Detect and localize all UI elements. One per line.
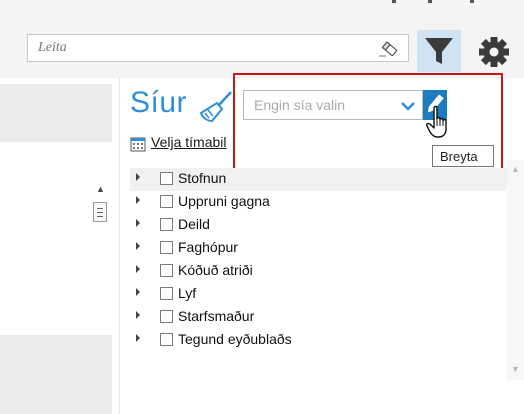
toolbar-dot <box>470 0 474 3</box>
panel-divider <box>119 78 120 414</box>
tree-item[interactable]: Tegund eyðublaðs <box>130 329 512 352</box>
expand-arrow-icon[interactable] <box>136 288 140 296</box>
checkbox[interactable] <box>160 333 173 346</box>
settings-button[interactable] <box>474 32 514 72</box>
tree-item-label: Faghópur <box>178 239 238 255</box>
highlight-box <box>233 73 503 170</box>
filter-button[interactable] <box>417 30 461 72</box>
tree-item[interactable]: Deild <box>130 214 512 237</box>
funnel-icon <box>425 38 453 64</box>
eraser-icon[interactable] <box>378 39 400 59</box>
tree-item-label: Lyf <box>178 285 197 301</box>
tree-item[interactable]: Starfsmaður <box>130 306 512 329</box>
gear-icon <box>479 37 509 67</box>
checkbox[interactable] <box>160 264 173 277</box>
tree-item[interactable]: Uppruni gagna <box>130 191 512 214</box>
tree-item-label: Stofnun <box>178 170 227 186</box>
filters-title: Síur <box>130 86 188 119</box>
scroll-up-arrow[interactable]: ▲ <box>96 184 105 194</box>
expand-arrow-icon[interactable] <box>136 173 140 181</box>
broom-icon[interactable] <box>198 90 234 124</box>
tree-item-label: Tegund eyðublaðs <box>178 331 292 347</box>
left-panel-block <box>0 84 112 142</box>
tree-item-label: Uppruni gagna <box>178 193 270 209</box>
expand-arrow-icon[interactable] <box>136 196 140 204</box>
period-link[interactable]: Velja tímabil <box>151 134 226 150</box>
checkbox[interactable] <box>160 195 173 208</box>
checkbox[interactable] <box>160 172 173 185</box>
search-box <box>27 34 409 62</box>
top-toolbar <box>0 0 524 78</box>
checkbox[interactable] <box>160 310 173 323</box>
expand-arrow-icon[interactable] <box>136 242 140 250</box>
checkbox[interactable] <box>160 218 173 231</box>
expand-arrow-icon[interactable] <box>136 219 140 227</box>
calendar-icon <box>130 136 146 152</box>
left-scrollbar[interactable]: ▲ <box>91 180 111 400</box>
tree-scrollbar[interactable]: ▲ ▼ <box>507 160 524 380</box>
tree-item-label: Kóðuð atriði <box>178 262 253 278</box>
tree-item-label: Deild <box>178 216 210 232</box>
checkbox[interactable] <box>160 241 173 254</box>
scroll-up-arrow[interactable]: ▲ <box>511 164 520 174</box>
tree-item[interactable]: Lyf <box>130 283 512 306</box>
filter-tree: Stofnun Uppruni gagna Deild Faghópur Kóð… <box>130 168 512 352</box>
scroll-thumb[interactable] <box>93 202 107 222</box>
expand-arrow-icon[interactable] <box>136 265 140 273</box>
tree-item[interactable]: Stofnun <box>130 168 512 191</box>
tree-item[interactable]: Kóðuð atriði <box>130 260 512 283</box>
scroll-down-arrow[interactable]: ▼ <box>511 364 520 374</box>
expand-arrow-icon[interactable] <box>136 334 140 342</box>
toolbar-dot <box>392 0 396 3</box>
checkbox[interactable] <box>160 287 173 300</box>
tree-item[interactable]: Faghópur <box>130 237 512 260</box>
search-input[interactable] <box>28 35 368 61</box>
tree-item-label: Starfsmaður <box>178 308 255 324</box>
expand-arrow-icon[interactable] <box>136 311 140 319</box>
toolbar-dot <box>428 0 432 3</box>
